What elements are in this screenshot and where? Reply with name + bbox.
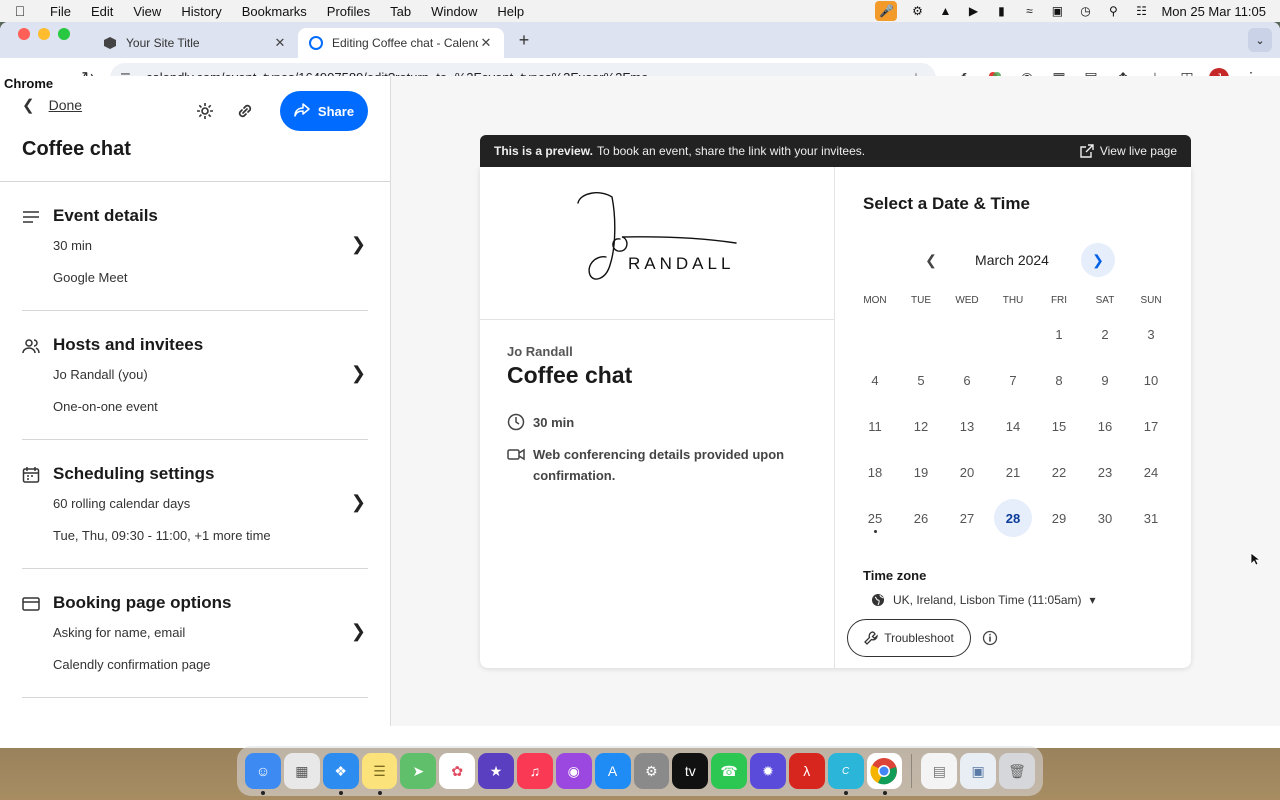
menu-app-name[interactable]: Chrome	[0, 76, 1280, 726]
music-icon[interactable]: ♫	[516, 753, 553, 789]
finder-icon[interactable]: ☺	[245, 753, 281, 795]
tab-bar: Your Site Title ✕ Editing Coffee chat - …	[0, 22, 1280, 58]
tab-your-site-title[interactable]: Your Site Title ✕	[92, 28, 298, 58]
control-center-icon[interactable]: ☷	[1133, 3, 1149, 19]
tab-search-chevron-icon[interactable]: ⌄	[1248, 28, 1272, 52]
vpn-icon[interactable]: ▲	[937, 3, 953, 19]
preview-icon[interactable]: ▣	[960, 753, 997, 789]
microphone-icon[interactable]: 🎤	[875, 1, 898, 21]
imovie-icon[interactable]: ★	[478, 753, 514, 789]
site-favicon-icon	[102, 35, 118, 51]
dock: ☺ ▦ ❖ ☰ ➤ ✿ ★ ♫ ◉ A ⚙ tv ☎ ✹ λ C ▤ ▣ 🗑	[237, 746, 1043, 796]
menu-history[interactable]: History	[171, 4, 231, 19]
menu-edit[interactable]: Edit	[81, 4, 123, 19]
photos-icon[interactable]: ✿	[439, 753, 476, 789]
menu-help[interactable]: Help	[487, 4, 534, 19]
canva-icon[interactable]: C	[827, 753, 864, 795]
menu-view[interactable]: View	[123, 4, 171, 19]
acrobat-icon[interactable]: λ	[788, 753, 825, 789]
menu-tab[interactable]: Tab	[380, 4, 421, 19]
menubar-clock[interactable]: Mon 25 Mar 11:05	[1161, 4, 1266, 19]
notes-icon[interactable]: ☰	[361, 753, 398, 795]
menu-profiles[interactable]: Profiles	[317, 4, 380, 19]
menu-file[interactable]: File	[40, 4, 81, 19]
menu-bookmarks[interactable]: Bookmarks	[232, 4, 317, 19]
whatsapp-icon[interactable]: ☎	[711, 753, 748, 789]
battery-icon[interactable]: ▮	[993, 3, 1009, 19]
zoom-window-button[interactable]	[58, 28, 70, 40]
spotlight-search-icon[interactable]: ⚲	[1105, 3, 1121, 19]
menu-bar:  Chrome File Edit View History Bookmark…	[0, 0, 1280, 91]
dock-separator	[911, 754, 913, 788]
trash-icon[interactable]: 🗑	[999, 753, 1035, 789]
apple-icon[interactable]: 	[0, 3, 40, 19]
new-tab-button[interactable]: +	[510, 26, 538, 54]
minimize-window-button[interactable]	[38, 28, 50, 40]
close-tab-icon[interactable]: ✕	[478, 35, 494, 51]
wifi-icon[interactable]: ≈	[1021, 3, 1037, 19]
time-machine-icon[interactable]: ◷	[1077, 3, 1093, 19]
play-icon[interactable]: ▶	[965, 3, 981, 19]
tab-title: Your Site Title	[126, 36, 200, 50]
close-window-button[interactable]	[18, 28, 30, 40]
tab-title: Editing Coffee chat - Calendly	[332, 36, 478, 50]
tab-calendly-editing[interactable]: Editing Coffee chat - Calendly ✕	[298, 28, 504, 58]
window-controls	[0, 28, 84, 52]
chrome-icon[interactable]	[866, 753, 903, 795]
system-settings-icon[interactable]: ⚙	[633, 753, 670, 789]
settings-gear-status-icon[interactable]: ⚙	[909, 3, 925, 19]
calendly-favicon-icon	[308, 35, 324, 51]
app-store-icon[interactable]: A	[594, 753, 631, 789]
maps-icon[interactable]: ➤	[400, 753, 437, 789]
apple-tv-icon[interactable]: tv	[672, 753, 709, 789]
safari-icon[interactable]: ❖	[322, 753, 359, 795]
screen-icon[interactable]: ▣	[1049, 3, 1065, 19]
podcasts-icon[interactable]: ◉	[555, 753, 592, 789]
document-icon[interactable]: ▤	[921, 753, 958, 789]
perplexity-icon[interactable]: ✹	[750, 753, 786, 789]
launchpad-icon[interactable]: ▦	[283, 753, 320, 789]
close-tab-icon[interactable]: ✕	[272, 35, 288, 51]
menu-window[interactable]: Window	[421, 4, 487, 19]
